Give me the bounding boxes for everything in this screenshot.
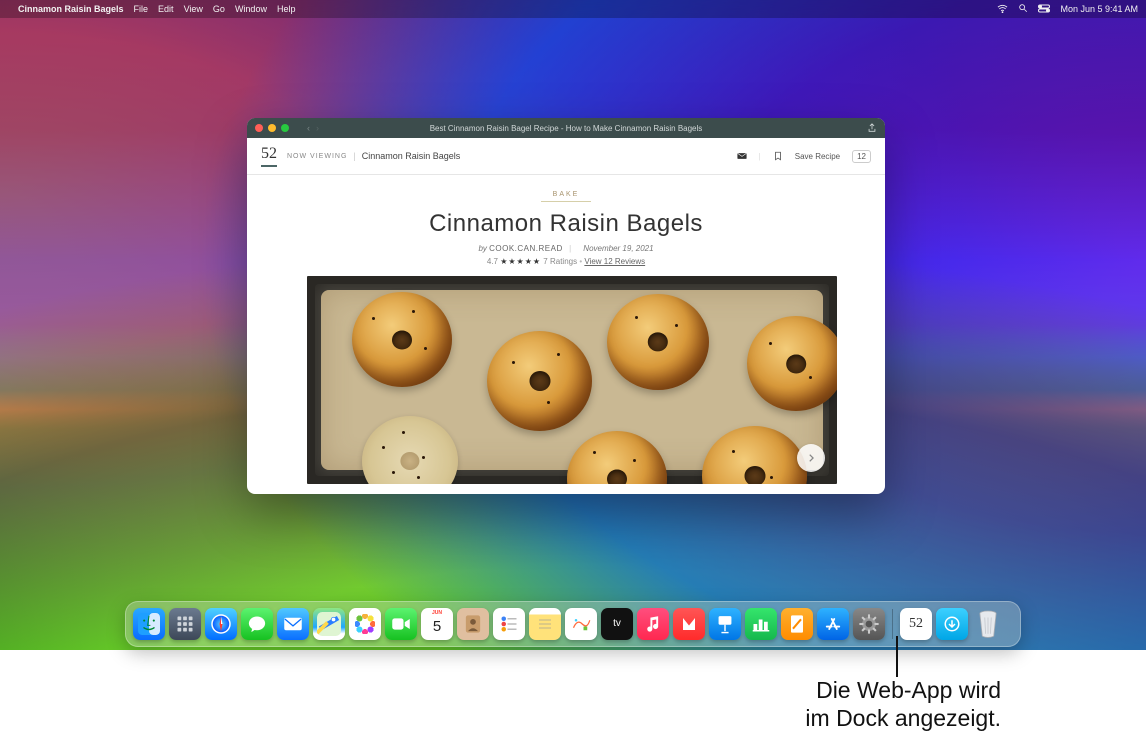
menubar-item-edit[interactable]: Edit [158,4,174,14]
dock-app-numbers[interactable] [745,608,777,640]
dock-app-news[interactable] [673,608,705,640]
dock-app-launchpad[interactable] [169,608,201,640]
share-button[interactable] [867,118,877,138]
spotlight-icon[interactable] [1018,3,1028,15]
dock-divider [892,609,893,639]
site-header-bar: 52 NOW VIEWING | Cinnamon Raisin Bagels … [247,138,885,175]
bookmark-icon[interactable] [773,151,783,161]
save-recipe-button[interactable]: Save Recipe [795,152,840,161]
recipe-hero-image [307,276,837,484]
window-title: Best Cinnamon Raisin Bagel Recipe - How … [430,124,703,133]
window-titlebar[interactable]: ‹ › Best Cinnamon Raisin Bagel Recipe - … [247,118,885,138]
dock-app-maps[interactable] [313,608,345,640]
rating-stars-icon: ★★★★★ [500,257,541,266]
wifi-icon[interactable] [997,4,1008,15]
dock-app-photos[interactable] [349,608,381,640]
dock-trash[interactable] [972,608,1004,640]
recipe-author[interactable]: COOK.CAN.READ [489,244,563,253]
now-viewing-label: NOW VIEWING [287,153,347,160]
dock-app-facetime[interactable] [385,608,417,640]
email-icon[interactable] [737,151,747,161]
dock-webapp-food52[interactable]: 52 [900,608,932,640]
dock-app-tv[interactable]: tv [601,608,633,640]
nav-forward-icon[interactable]: › [316,123,319,133]
dock-app-music[interactable] [637,608,669,640]
dock-app-keynote[interactable] [709,608,741,640]
window-close-button[interactable] [255,124,263,132]
menubar-item-help[interactable]: Help [277,4,296,14]
dock-downloads-folder[interactable] [936,608,968,640]
recipe-category[interactable]: BAKE [541,191,591,206]
menu-bar: Cinnamon Raisin Bagels File Edit View Go… [0,0,1146,18]
now-viewing-value[interactable]: Cinnamon Raisin Bagels [362,151,461,161]
callout-text: Die Web-App wird im Dock angezeigt. [805,677,1001,732]
comment-count-badge[interactable]: 12 [852,150,871,163]
view-reviews-link[interactable]: View 12 Reviews [584,257,645,266]
callout-pointer-line [896,636,898,677]
menubar-app-name[interactable]: Cinnamon Raisin Bagels [18,4,124,14]
dock-app-notes[interactable] [529,608,561,640]
ratings-count: 7 Ratings [543,257,577,266]
dock-app-freeform[interactable] [565,608,597,640]
webapp-window: ‹ › Best Cinnamon Raisin Bagel Recipe - … [247,118,885,494]
menubar-item-file[interactable]: File [134,4,149,14]
dock-app-contacts[interactable] [457,608,489,640]
menubar-item-window[interactable]: Window [235,4,267,14]
menubar-clock[interactable]: Mon Jun 5 9:41 AM [1060,4,1138,14]
dock-app-finder[interactable] [133,608,165,640]
site-logo[interactable]: 52 [261,145,277,167]
nav-back-icon[interactable]: ‹ [307,123,310,133]
recipe-title: Cinnamon Raisin Bagels [307,210,825,238]
window-minimize-button[interactable] [268,124,276,132]
hero-next-button[interactable] [797,444,825,472]
dock-app-pages[interactable] [781,608,813,640]
dock-app-appstore[interactable] [817,608,849,640]
dock-app-reminders[interactable] [493,608,525,640]
window-zoom-button[interactable] [281,124,289,132]
dock-app-messages[interactable] [241,608,273,640]
dock-app-mail[interactable] [277,608,309,640]
rating-value: 4.7 [487,257,498,266]
menubar-item-view[interactable]: View [184,4,203,14]
dock: JUN 5 tv 52 [125,601,1021,647]
recipe-date: November 19, 2021 [583,244,653,253]
dock-app-settings[interactable] [853,608,885,640]
dock-app-calendar[interactable]: JUN 5 [421,608,453,640]
menubar-item-go[interactable]: Go [213,4,225,14]
control-center-icon[interactable] [1038,4,1050,15]
dock-app-safari[interactable] [205,608,237,640]
recipe-byline: by COOK.CAN.READ | November 19, 2021 [307,244,825,253]
